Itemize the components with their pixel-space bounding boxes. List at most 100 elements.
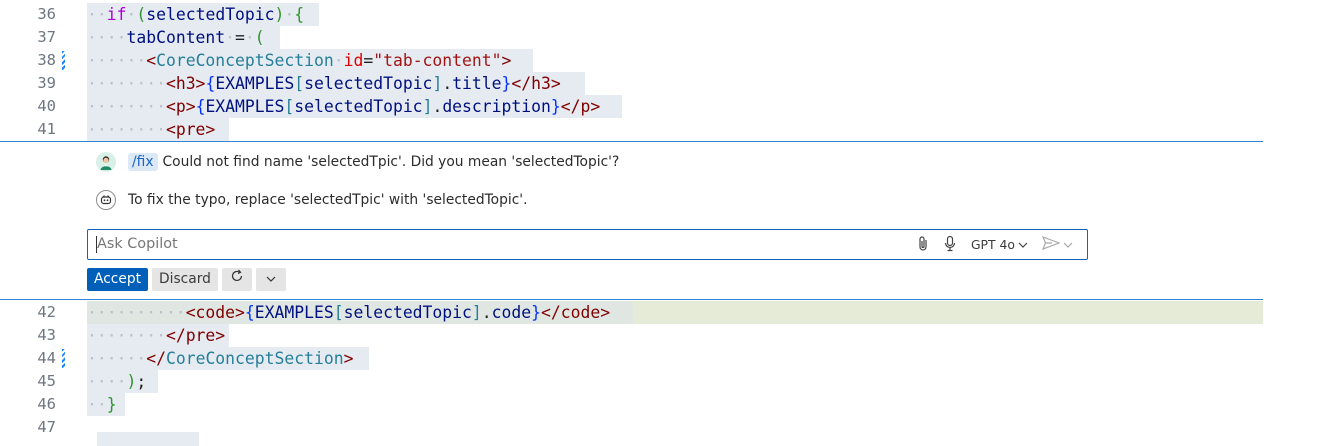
ask-copilot-input[interactable]: Ask Copilot GPT 4o	[87, 229, 1088, 260]
code-token: id	[343, 51, 364, 70]
indent-whitespace: ········	[87, 326, 166, 345]
code-token: </	[146, 349, 166, 368]
line-number: 37	[37, 28, 56, 46]
line-number: 46	[37, 395, 56, 413]
line-number: 38	[37, 51, 56, 69]
code-token: </code>	[541, 303, 611, 322]
inline-chat-widget: /fix Could not find name 'selectedTpic'.…	[0, 141, 1263, 300]
code-token: <p>	[165, 97, 196, 116]
code-token: <code>	[185, 303, 245, 322]
code-token: EXAMPLES	[205, 97, 285, 116]
refresh-icon	[230, 268, 244, 291]
code-token: <pre>	[165, 120, 216, 139]
code-token: }	[550, 97, 561, 116]
send-button[interactable]	[1041, 235, 1073, 253]
code-line[interactable]: 36 ··if·(selectedTopic)·{	[0, 3, 1331, 26]
code-token: (	[254, 28, 265, 47]
code-line[interactable]: 43 ········</pre>	[0, 324, 1331, 347]
code-line[interactable]: 45 ····);	[0, 370, 1331, 393]
code-token: [	[284, 97, 295, 116]
code-text[interactable]: ····);	[87, 370, 156, 393]
line-number: 36	[37, 5, 56, 23]
code-text[interactable]: ······</CoreConceptSection>	[87, 347, 353, 370]
code-line[interactable]: 38 ······<CoreConceptSection·id="tab-con…	[0, 49, 1331, 72]
code-line[interactable]: 37 ····tabContent·=·(	[0, 26, 1331, 49]
code-line[interactable]: 46 ··}	[0, 393, 1331, 416]
model-picker[interactable]: GPT 4o	[971, 237, 1028, 252]
code-token: .	[432, 97, 443, 116]
code-line[interactable]: 41 ········<pre>	[0, 118, 1331, 141]
discard-button[interactable]: Discard	[152, 268, 218, 291]
code-token: ·	[244, 28, 255, 47]
chevron-down-icon	[266, 268, 276, 291]
code-token: }	[501, 74, 512, 93]
code-token: code	[491, 303, 532, 322]
code-text[interactable]: ········<pre>	[87, 118, 215, 141]
code-token: .	[442, 74, 453, 93]
indent-whitespace: ········	[87, 120, 166, 139]
code-line[interactable]: 42 ··········<code>{EXAMPLES[selectedTop…	[0, 301, 1331, 324]
code-token: </pre>	[165, 326, 226, 345]
code-token: =	[363, 51, 374, 70]
code-text[interactable]: ··········<code>{EXAMPLES[selectedTopic]…	[87, 301, 610, 324]
code-token: description	[442, 97, 551, 116]
code-token: selectedTopic	[146, 5, 275, 24]
code-token: <h3>	[165, 74, 206, 93]
input-placeholder[interactable]: Ask Copilot	[97, 230, 178, 259]
code-text[interactable]: ··if·(selectedTopic)·{	[87, 3, 304, 26]
code-token: EXAMPLES	[215, 74, 295, 93]
code-token: </p>	[560, 97, 601, 116]
microphone-icon[interactable]	[943, 235, 957, 255]
chat-response: To fix the typo, replace 'selectedTpic' …	[96, 188, 527, 212]
paperclip-icon[interactable]	[917, 235, 929, 255]
code-token: .	[481, 303, 492, 322]
code-token: selectedTopic	[343, 303, 472, 322]
code-token: title	[452, 74, 502, 93]
code-token: {	[195, 97, 206, 116]
indent-whitespace: ······	[87, 349, 147, 368]
code-token: </h3>	[511, 74, 561, 93]
code-token: CoreConceptSection	[165, 349, 344, 368]
code-token: ]	[422, 97, 433, 116]
indent-whitespace: ··········	[87, 303, 186, 322]
code-token: =	[235, 28, 245, 47]
input-toolbar: GPT 4o	[917, 230, 1073, 259]
code-line[interactable]: 40 ········<p>{EXAMPLES[selectedTopic].d…	[0, 95, 1331, 118]
line-number: 45	[37, 372, 56, 390]
modified-gutter-marker	[62, 51, 65, 70]
slash-command-chip: /fix	[128, 153, 158, 171]
code-text[interactable]: ······<CoreConceptSection·id="tab-conten…	[87, 49, 511, 72]
indent-whitespace: ····	[87, 372, 127, 391]
chevron-down-icon	[1018, 237, 1028, 252]
code-line[interactable]: 39 ········<h3>{EXAMPLES[selectedTopic].…	[0, 72, 1331, 95]
more-actions-button[interactable]	[255, 268, 286, 291]
code-text[interactable]: ··}	[87, 393, 117, 416]
chat-request: /fix Could not find name 'selectedTpic'.…	[96, 150, 619, 174]
line-number: 41	[37, 120, 56, 138]
response-text: To fix the typo, replace 'selectedTpic' …	[128, 192, 528, 208]
code-line[interactable]: 47	[0, 416, 1331, 446]
code-token: ;	[136, 372, 157, 391]
code-text[interactable]: ········<p>{EXAMPLES[selectedTopic].desc…	[87, 95, 600, 118]
code-line[interactable]: 44 ······</CoreConceptSection>	[0, 347, 1331, 370]
code-token: >	[343, 349, 354, 368]
code-token: ]	[432, 74, 443, 93]
line-number: 39	[37, 74, 56, 92]
regenerate-button[interactable]	[221, 268, 252, 291]
code-token: ·	[333, 51, 344, 70]
line-number: 40	[37, 97, 56, 115]
chat-actions: Accept Discard	[87, 268, 286, 291]
indent-whitespace: ····	[87, 28, 127, 47]
code-token: {	[244, 303, 255, 322]
copilot-icon	[96, 190, 116, 210]
line-number: 47	[37, 418, 56, 436]
accept-button[interactable]: Accept	[87, 268, 149, 291]
indent-whitespace: ········	[87, 74, 166, 93]
code-text[interactable]: ····tabContent·=·(	[87, 26, 265, 49]
chevron-down-icon	[1063, 237, 1073, 252]
code-token: ]	[471, 303, 482, 322]
code-token: {	[205, 74, 216, 93]
code-text[interactable]: ········<h3>{EXAMPLES[selectedTopic].tit…	[87, 72, 561, 95]
code-token: selectedTopic	[304, 74, 433, 93]
code-text[interactable]: ········</pre>	[87, 324, 225, 347]
